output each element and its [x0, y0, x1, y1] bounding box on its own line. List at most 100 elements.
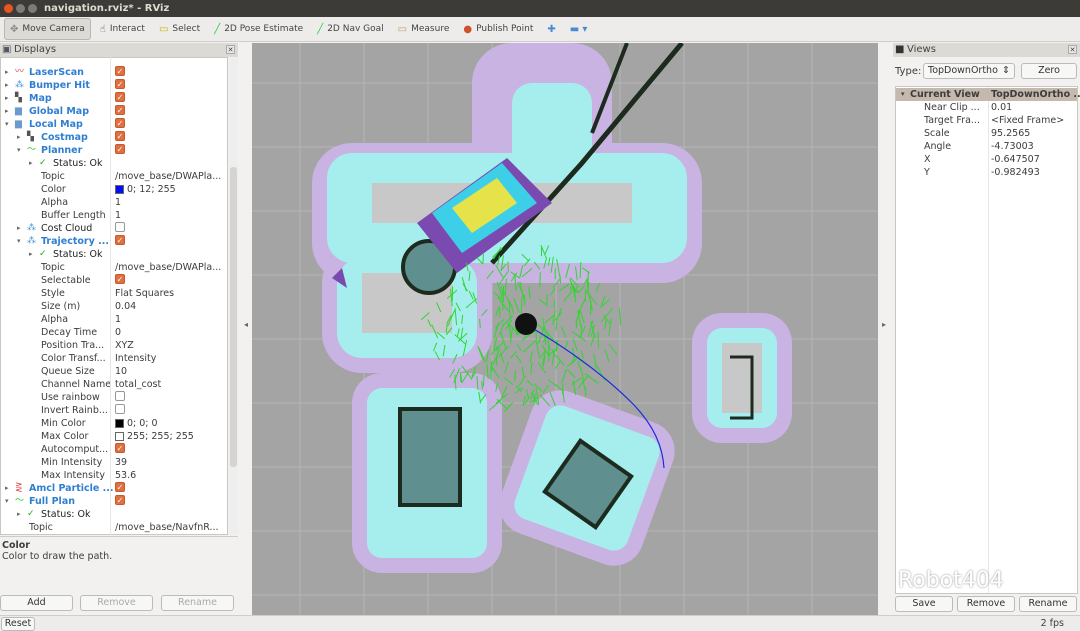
tool-measure[interactable]: ▭ Measure: [393, 18, 455, 40]
property-row[interactable]: Alpha 1: [1, 313, 227, 326]
display-item[interactable]: ▸ ⁂ Bumper Hit ✓: [1, 79, 227, 92]
tree-row[interactable]: Invert Rainb...: [1, 404, 227, 417]
display-item[interactable]: ▾ ⁂ Trajectory ... ✓: [1, 235, 227, 248]
checkbox[interactable]: ✓: [115, 144, 125, 154]
checkbox[interactable]: ✓: [115, 131, 125, 141]
property-row[interactable]: Queue Size 10: [1, 365, 227, 378]
3d-render-view[interactable]: [252, 43, 878, 615]
checkbox[interactable]: [115, 404, 125, 414]
property-row[interactable]: Channel Name total_cost: [1, 378, 227, 391]
display-item[interactable]: ▸ ▚ Map ✓: [1, 92, 227, 105]
property-row[interactable]: Color Transf... Intensity: [1, 352, 227, 365]
scrollbar-thumb[interactable]: [230, 167, 237, 467]
display-item[interactable]: ▸ ▆ Global Map ✓: [1, 105, 227, 118]
display-item[interactable]: ▾ 〜 Planner ✓: [1, 144, 227, 157]
tool-move-camera[interactable]: ✥ Move Camera: [4, 18, 91, 40]
property-row[interactable]: Topic/move_base/NavfnR...: [1, 521, 227, 534]
property-row[interactable]: Style Flat Squares: [1, 287, 227, 300]
expand-arrow-icon[interactable]: ▸: [17, 131, 21, 144]
displays-scrollbar[interactable]: [229, 57, 238, 535]
expand-arrow-icon[interactable]: ▸: [5, 482, 9, 495]
expand-arrow-icon[interactable]: ▸: [17, 508, 21, 521]
property-row[interactable]: Alpha 1: [1, 196, 227, 209]
checkbox[interactable]: ✓: [115, 118, 125, 128]
display-item[interactable]: ▸ ▚ Costmap ✓: [1, 131, 227, 144]
expand-arrow-icon[interactable]: ▸: [29, 248, 33, 261]
checkbox[interactable]: ✓: [115, 235, 125, 245]
collapse-left-arrow-icon[interactable]: ◂: [244, 320, 248, 329]
tree-row[interactable]: Selectable ✓: [1, 274, 227, 287]
display-item[interactable]: ▾ ▆ Local Map ✓: [1, 118, 227, 131]
add-display-button[interactable]: Add: [0, 595, 73, 611]
expand-arrow-icon[interactable]: ▾: [17, 235, 21, 248]
maximize-window-button[interactable]: [28, 4, 37, 13]
view-property-row[interactable]: Angle -4.73003: [896, 140, 1077, 153]
checkbox[interactable]: [115, 391, 125, 401]
save-view-button[interactable]: Save: [895, 596, 953, 612]
minimize-window-button[interactable]: [16, 4, 25, 13]
checkbox[interactable]: ✓: [115, 443, 125, 453]
color-swatch[interactable]: [115, 185, 124, 194]
property-row[interactable]: Color 0; 12; 255: [1, 183, 227, 196]
property-row[interactable]: Max Color 255; 255; 255: [1, 430, 227, 443]
checkbox[interactable]: ✓: [115, 482, 125, 492]
tool-publish-point[interactable]: ● Publish Point: [458, 18, 538, 40]
map-scene[interactable]: [252, 43, 878, 615]
property-row[interactable]: Topic/move_base/DWAPla...: [1, 170, 227, 183]
expand-arrow-icon[interactable]: ▾: [901, 88, 905, 101]
tool-interact[interactable]: ☝ Interact: [95, 18, 150, 40]
checkbox[interactable]: ✓: [115, 79, 125, 89]
display-item[interactable]: ▾ 〜 Full Plan ✓: [1, 495, 227, 508]
view-property-row[interactable]: Y -0.982493: [896, 166, 1077, 179]
tree-row[interactable]: ▸ ✓ Status: Ok: [1, 248, 227, 261]
display-item[interactable]: ▸ ⋛ Amcl Particle ... ✓: [1, 482, 227, 495]
expand-arrow-icon[interactable]: ▸: [5, 66, 9, 79]
tree-row[interactable]: Use rainbow: [1, 391, 227, 404]
checkbox[interactable]: ✓: [115, 92, 125, 102]
expand-arrow-icon[interactable]: ▾: [5, 495, 9, 508]
rename-view-button[interactable]: Rename: [1019, 596, 1077, 612]
tree-row[interactable]: Autocomput... ✓: [1, 443, 227, 456]
view-type-select[interactable]: TopDownOrtho ⇕: [923, 63, 1015, 79]
tool-remove-tool[interactable]: ▬ ▾: [565, 18, 593, 40]
close-views-button[interactable]: ✕: [1068, 45, 1077, 54]
color-swatch[interactable]: [115, 419, 124, 428]
expand-arrow-icon[interactable]: ▾: [5, 118, 9, 131]
checkbox[interactable]: ✓: [115, 66, 125, 76]
property-row[interactable]: Buffer Length 1: [1, 209, 227, 222]
property-row[interactable]: Max Intensity 53.6: [1, 469, 227, 482]
expand-arrow-icon[interactable]: ▸: [29, 157, 33, 170]
checkbox[interactable]: ✓: [115, 495, 125, 505]
tool-select[interactable]: ▭ Select: [154, 18, 205, 40]
zero-button[interactable]: Zero: [1021, 63, 1077, 79]
tree-row[interactable]: ▸ ⁂ Cost Cloud: [1, 222, 227, 235]
checkbox[interactable]: ✓: [115, 274, 125, 284]
collapse-right-arrow-icon[interactable]: ▸: [882, 320, 886, 329]
tree-row[interactable]: ▸ ✓ Status: Ok: [1, 508, 227, 521]
expand-arrow-icon[interactable]: ▸: [17, 222, 21, 235]
tool-2d-nav-goal[interactable]: ╱ 2D Nav Goal: [312, 18, 388, 40]
property-row[interactable]: Position Tra... XYZ: [1, 339, 227, 352]
tool-add-tool[interactable]: ✚: [542, 18, 560, 40]
property-row[interactable]: Decay Time 0: [1, 326, 227, 339]
close-panel-button[interactable]: ✕: [226, 45, 235, 54]
color-swatch[interactable]: [115, 432, 124, 441]
close-window-button[interactable]: [4, 4, 13, 13]
remove-view-button[interactable]: Remove: [957, 596, 1015, 612]
tree-row[interactable]: ▸ ✓ Status: Ok: [1, 157, 227, 170]
reset-button[interactable]: Reset: [1, 617, 35, 631]
tool-2d-pose-estimate[interactable]: ╱ 2D Pose Estimate: [209, 18, 308, 40]
rename-display-button[interactable]: Rename: [161, 595, 234, 611]
expand-arrow-icon[interactable]: ▸: [5, 92, 9, 105]
current-view-row[interactable]: ▾ Current View TopDownOrtho ...: [896, 88, 1080, 101]
view-property-row[interactable]: Scale 95.2565: [896, 127, 1077, 140]
property-row[interactable]: Min Color 0; 0; 0: [1, 417, 227, 430]
expand-arrow-icon[interactable]: ▸: [5, 79, 9, 92]
property-row[interactable]: Min Intensity 39: [1, 456, 227, 469]
view-property-row[interactable]: Target Fra... <Fixed Frame>: [896, 114, 1077, 127]
property-row[interactable]: Size (m) 0.04: [1, 300, 227, 313]
expand-arrow-icon[interactable]: ▸: [5, 105, 9, 118]
display-item[interactable]: ▸ 〰 LaserScan ✓: [1, 66, 227, 79]
checkbox[interactable]: [115, 222, 125, 232]
expand-arrow-icon[interactable]: ▾: [17, 144, 21, 157]
